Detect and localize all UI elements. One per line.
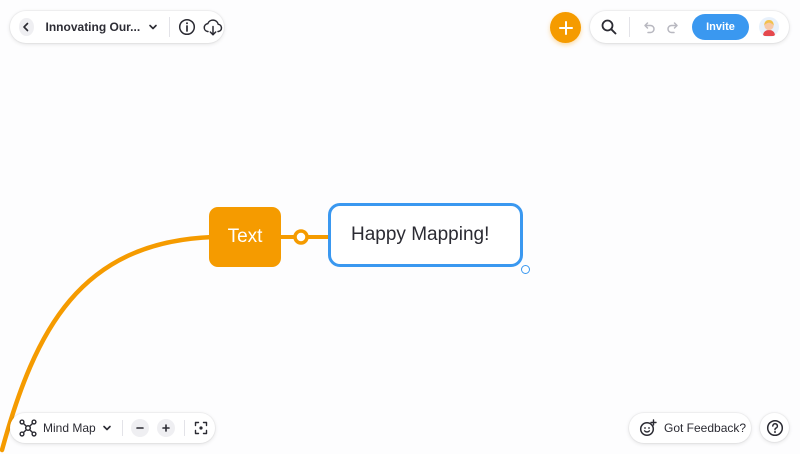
info-button[interactable]	[178, 18, 196, 36]
undo-button[interactable]	[642, 20, 656, 34]
topic-node[interactable]: Text	[209, 207, 281, 267]
user-avatar-icon	[763, 20, 775, 36]
minus-icon	[135, 427, 144, 429]
divider	[183, 420, 185, 436]
help-button[interactable]	[760, 413, 789, 442]
divider	[629, 17, 630, 37]
redo-icon	[667, 22, 678, 34]
mind-map-icon	[19, 419, 37, 437]
info-icon	[178, 18, 196, 36]
undo-icon	[644, 22, 655, 34]
subtopic-text: Happy Mapping!	[351, 224, 490, 245]
help-icon	[766, 419, 783, 436]
cloud-download-icon	[203, 19, 223, 36]
divider	[169, 17, 170, 37]
back-button[interactable]	[19, 18, 34, 36]
actions-toolbar: Invite	[590, 11, 789, 43]
search-icon	[601, 19, 617, 35]
document-toolbar: Innovating Our...	[10, 11, 224, 43]
search-button[interactable]	[601, 19, 617, 35]
plus-icon	[161, 424, 170, 432]
chevron-left-icon	[23, 22, 29, 32]
plus-icon	[558, 20, 573, 35]
redo-button[interactable]	[666, 20, 680, 34]
feedback-label: Got Feedback?	[664, 421, 747, 435]
title-menu-button[interactable]	[148, 22, 158, 32]
topic-text: Text	[227, 226, 263, 247]
feedback-icon	[639, 419, 657, 437]
feedback-button[interactable]: Got Feedback?	[629, 413, 751, 443]
add-button[interactable]	[550, 12, 581, 43]
avatar[interactable]	[759, 17, 779, 37]
view-dropdown-button[interactable]	[102, 423, 112, 433]
node-resize-handle[interactable]	[521, 265, 530, 274]
download-button[interactable]	[202, 18, 224, 36]
invite-button[interactable]: Invite	[692, 14, 749, 40]
document-title[interactable]: Innovating Our...	[46, 20, 141, 34]
zoom-out-button[interactable]	[130, 419, 149, 437]
feedback-icon	[639, 419, 657, 437]
subtopic-node[interactable]: Happy Mapping!	[328, 203, 523, 267]
chevron-down-icon	[149, 24, 157, 30]
fit-to-screen-button[interactable]	[194, 421, 208, 435]
chevron-down-icon	[102, 425, 111, 431]
branch-collapse-toggle[interactable]	[293, 229, 309, 245]
view-switcher-button[interactable]	[19, 419, 37, 437]
view-label[interactable]: Mind Map	[43, 421, 96, 435]
view-toolbar: Mind Map	[10, 413, 215, 443]
divider	[121, 420, 123, 436]
fit-screen-icon	[194, 421, 207, 435]
zoom-in-button[interactable]	[156, 419, 175, 437]
